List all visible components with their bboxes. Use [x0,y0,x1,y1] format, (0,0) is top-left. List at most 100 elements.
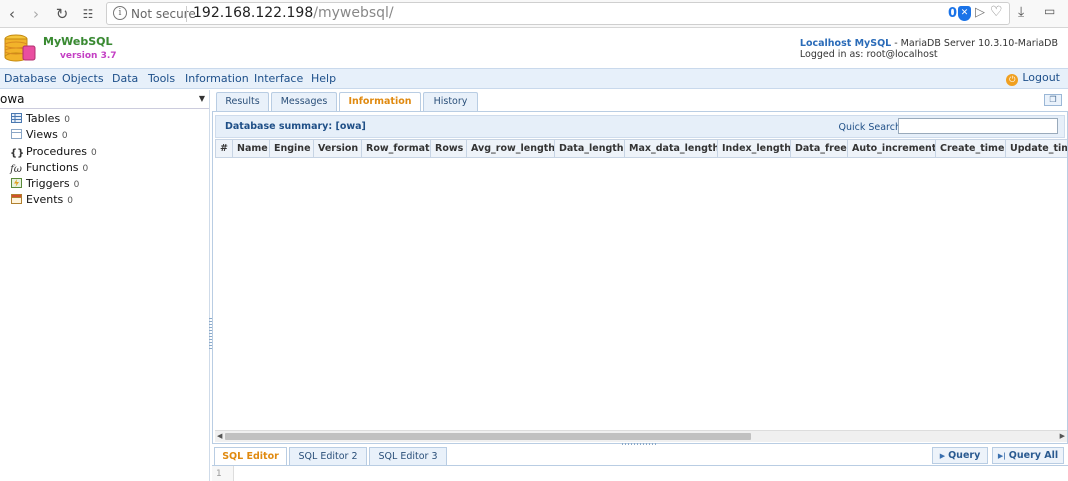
app-header: MyWebSQL version 3.7 Localhost MySQL - M… [0,28,1068,68]
table-icon [10,113,22,124]
app-name: MyWebSQL [43,35,113,48]
tree-item-count: 0 [61,131,68,142]
menu-objects[interactable]: Objects [62,72,104,85]
restore-panel-button[interactable]: ❐ [1044,94,1062,106]
tree-item-label: Procedures [26,144,87,158]
url-text[interactable]: 192.168.122.198/mywebsql/ [193,5,394,21]
logout-label: Logout [1022,71,1060,84]
object-tree: Tables 0 Views 0 {} Procedures 0 fω Functions… [10,112,97,210]
tree-item-views[interactable]: Views 0 [10,128,97,144]
menu-information[interactable]: Information [185,72,249,85]
scrollbar-thumb[interactable] [225,433,751,440]
play-all-icon: ▶| [997,452,1006,460]
logged-in-label: Logged in as: root@localhost [799,49,938,60]
column-header[interactable]: Row_format [362,139,431,158]
tree-item-count: 0 [82,163,89,174]
menu-data[interactable]: Data [112,72,138,85]
browser-toolbar: ‹ › ↻ ☷ i Not secure 192.168.122.198/myw… [0,0,1068,28]
event-icon [10,194,22,205]
info-icon[interactable]: i [113,6,127,20]
tab-sql-editor-3[interactable]: SQL Editor 3 [369,447,447,465]
column-header[interactable]: Create_time [936,139,1006,158]
tree-item-label: Functions [26,160,79,174]
tree-item-procedures[interactable]: {} Procedures 0 [10,145,97,161]
column-header[interactable]: Update_time [1006,139,1067,158]
tree-item-label: Events [26,193,64,207]
tree-item-label: Triggers [26,177,70,191]
tree-item-label: Tables [26,112,61,125]
heart-icon[interactable]: ♡ [990,4,1003,20]
brave-shield-icon[interactable]: ✕ [958,6,971,21]
tree-item-label: Views [26,128,58,142]
app-root: ‹ › ↻ ☷ i Not secure 192.168.122.198/myw… [0,0,1068,481]
server-info: Localhost MySQL - MariaDB Server 10.3.10… [800,38,1058,60]
summary-table-header: # Name Engine Version Row_format Rows Av… [215,139,1067,158]
tree-item-functions[interactable]: fω Functions 0 [10,161,97,177]
url-host: 192.168.122.198 [193,5,314,21]
minimize-bar-icon[interactable]: ▭ [1044,4,1055,18]
tree-item-events[interactable]: Events 0 [10,193,97,209]
tree-item-count: 0 [91,147,97,158]
dropdown-arrow-icon: ▼ [198,94,205,103]
column-header[interactable]: Engine [270,139,314,158]
tab-sql-editor-2[interactable]: SQL Editor 2 [289,447,367,465]
column-header[interactable]: Data_free [791,139,848,158]
line-number: 1 [212,466,234,481]
server-link[interactable]: Localhost MySQL [800,38,891,49]
play-icon[interactable]: ▷ [975,5,985,20]
menu-database[interactable]: Database [4,72,57,85]
restore-icon: ❐ [1049,95,1057,104]
database-select-value: owa [0,92,25,106]
back-icon[interactable]: ‹ [2,4,22,24]
scroll-right-icon[interactable]: ▶ [1060,432,1065,440]
reload-icon[interactable]: ↻ [52,4,72,24]
tree-item-count: 0 [73,180,80,191]
column-header[interactable]: Auto_increment [848,139,936,158]
tree-item-count: 0 [67,196,73,207]
menu-help[interactable]: Help [311,72,336,85]
function-icon: fω [10,163,22,175]
column-header[interactable]: Data_length [555,139,625,158]
column-header[interactable]: Avg_row_length [467,139,555,158]
object-sidebar: owa ▼ Tables 0 Views 0 {} Procedures 0 fω Fun… [0,90,210,481]
tab-information[interactable]: Information [339,92,421,112]
logout-button[interactable]: ⏻ Logout [1006,71,1060,86]
trigger-icon [10,178,22,189]
tree-item-triggers[interactable]: Triggers 0 [10,177,97,193]
divider [186,6,187,22]
forward-icon[interactable]: › [26,4,46,24]
menu-tools[interactable]: Tools [148,72,175,85]
apps-grid-icon[interactable]: ☷ [78,4,98,24]
procedure-icon: {} [10,147,25,159]
tree-item-tables[interactable]: Tables 0 [10,112,97,128]
address-bar[interactable]: i Not secure 192.168.122.198/mywebsql/ 0… [106,2,1010,25]
download-icon[interactable]: ⤓ [1018,4,1024,20]
url-path: /mywebsql/ [313,5,394,21]
extension-count: 0 [948,6,958,21]
tab-history[interactable]: History [423,92,478,111]
power-icon: ⏻ [1006,74,1019,86]
query-all-button[interactable]: ▶| Query All [992,447,1064,464]
column-header[interactable]: Max_data_length [625,139,718,158]
column-header[interactable]: # [215,139,233,158]
query-label: Query [948,450,981,461]
quick-search-input[interactable] [898,118,1058,134]
column-header[interactable]: Name [233,139,270,158]
tab-messages[interactable]: Messages [271,92,337,111]
menu-interface[interactable]: Interface [254,72,303,85]
sql-editor[interactable]: 1 [212,465,1068,481]
database-select[interactable]: owa ▼ [0,91,209,109]
scroll-left-icon[interactable]: ◀ [217,432,222,440]
column-header[interactable]: Rows [431,139,467,158]
sql-editor-tabs: SQL Editor SQL Editor 2 SQL Editor 3 ▶ Qu… [212,445,1068,465]
column-header[interactable]: Index_length [718,139,791,158]
tab-sql-editor-1[interactable]: SQL Editor [214,447,287,465]
app-version: version 3.7 [60,51,117,61]
summary-header: Database summary: [owa] Quick Search [215,115,1065,138]
column-header[interactable]: Version [314,139,362,158]
horizontal-scrollbar[interactable]: ◀ ▶ [215,430,1067,442]
query-button[interactable]: ▶ Query [932,447,988,464]
result-tabs: Results Messages Information History ❐ [212,90,1068,112]
tree-item-count: 0 [64,115,70,125]
tab-results[interactable]: Results [216,92,269,111]
